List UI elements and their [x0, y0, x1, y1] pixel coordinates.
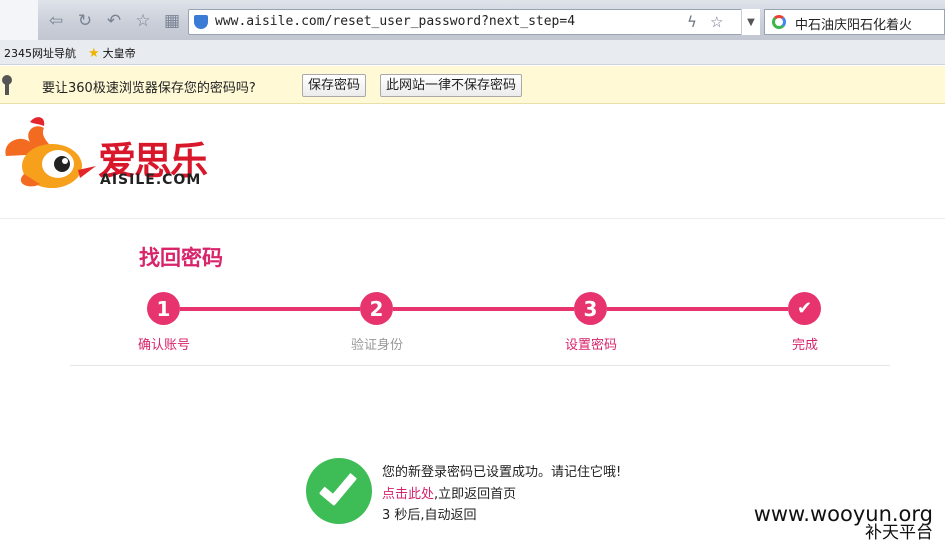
- bird-mascot-icon: [5, 117, 96, 188]
- step-4-label: 完成: [791, 338, 819, 353]
- search-engine-icon: [772, 15, 786, 29]
- bookmark-dahuangdi[interactable]: ★ 大皇帝: [88, 45, 136, 61]
- bookmark-2345[interactable]: 2345网址导航: [4, 45, 76, 61]
- step-2-label: 验证身份: [350, 338, 404, 353]
- logo-english-text: AISILE.COM: [100, 172, 202, 188]
- search-box[interactable]: 中石油庆阳石化着火: [764, 9, 945, 35]
- lightning-icon[interactable]: ϟ: [687, 13, 697, 31]
- success-check-icon: [306, 458, 372, 524]
- header-divider: [0, 218, 945, 219]
- bookmark-label: 大皇帝: [102, 47, 136, 60]
- browser-toolbar: ⇦ ↻ ↶ ☆ ▦ www.aisile.com/reset_user_pass…: [0, 0, 945, 40]
- progress-track: [607, 307, 788, 311]
- tab-strip-edge: [0, 0, 38, 40]
- site-logo[interactable]: 爱思乐 AISILE.COM: [0, 112, 250, 192]
- address-bar[interactable]: www.aisile.com/reset_user_password?next_…: [188, 9, 760, 35]
- return-home-text: ,立即返回首页: [434, 487, 517, 502]
- back-icon[interactable]: ⇦: [45, 10, 67, 32]
- steps-divider: [70, 365, 890, 366]
- auto-return-countdown: 3 秒后,自动返回: [382, 508, 477, 523]
- progress-track: [180, 307, 360, 311]
- bookmarks-bar: 2345网址导航 ★ 大皇帝: [0, 40, 945, 65]
- favorite-star-icon[interactable]: ☆: [132, 10, 154, 32]
- step-3-circle: 3: [574, 292, 607, 325]
- password-prompt-message: 要让360极速浏览器保存您的密码吗?: [42, 81, 256, 96]
- return-home-line: 点击此处,立即返回首页: [382, 483, 516, 502]
- secure-shield-icon: [194, 15, 208, 29]
- search-input[interactable]: 中石油庆阳石化着火: [795, 14, 912, 33]
- click-here-link[interactable]: 点击此处: [382, 487, 434, 502]
- undo-icon[interactable]: ↶: [103, 10, 125, 32]
- save-password-button[interactable]: 保存密码: [302, 74, 367, 97]
- password-save-bar: 要让360极速浏览器保存您的密码吗? 保存密码 此网站一律不保存密码: [0, 66, 945, 104]
- step-3-label: 设置密码: [564, 338, 618, 353]
- refresh-icon[interactable]: ↻: [74, 10, 96, 32]
- step-complete-check-icon: ✔: [788, 292, 821, 325]
- step-1-circle: 1: [147, 292, 180, 325]
- bookmark-star-icon[interactable]: ☆: [710, 13, 723, 31]
- step-2-circle: 2: [360, 292, 393, 325]
- address-dropdown-icon[interactable]: ▼: [741, 9, 760, 35]
- never-save-button[interactable]: 此网站一律不保存密码: [380, 74, 523, 97]
- page-title: 找回密码: [139, 246, 223, 270]
- watermark-sub: 补天平台: [865, 523, 933, 543]
- apps-grid-icon[interactable]: ▦: [161, 10, 183, 32]
- address-url[interactable]: www.aisile.com/reset_user_password?next_…: [215, 14, 575, 29]
- progress-track: [393, 307, 574, 311]
- success-message: 您的新登录密码已设置成功。请记住它哦!: [382, 465, 622, 480]
- step-1-label: 确认账号: [137, 338, 191, 353]
- key-icon: [2, 75, 12, 95]
- star-icon: ★: [88, 46, 100, 61]
